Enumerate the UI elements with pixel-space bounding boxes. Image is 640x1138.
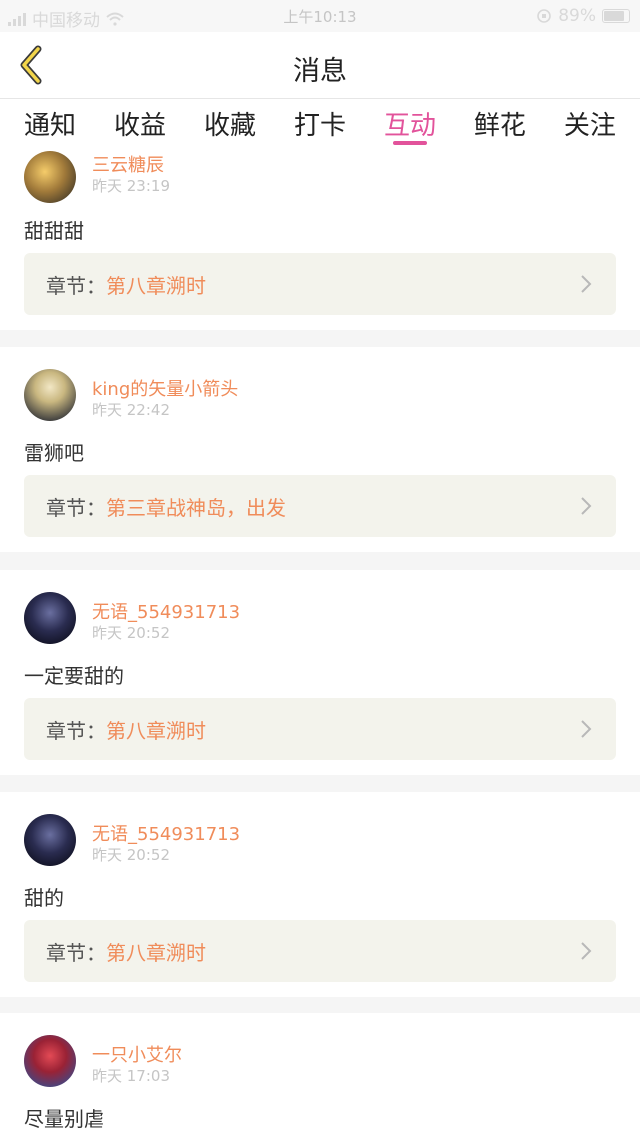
chapter-link[interactable]: 章节： 第三章战神岛，出发 [24, 475, 616, 537]
nav-header: 消息 [0, 32, 640, 99]
avatar[interactable] [24, 151, 76, 203]
username[interactable]: king的矢量小箭头 [92, 375, 238, 401]
tab-interaction[interactable]: 互动 [376, 99, 444, 149]
tab-bar: 通知 收益 收藏 打卡 互动 鲜花 关注 [0, 99, 640, 149]
chapter-link[interactable]: 章节： 第八章溯时 [24, 920, 616, 982]
chapter-label: 章节： [46, 940, 106, 965]
message-card[interactable]: king的矢量小箭头 昨天 22:42 雷狮吧 章节： 第三章战神岛，出发 [0, 347, 640, 552]
tab-label: 鲜花 [473, 111, 526, 141]
chapter-title: 第八章溯时 [106, 718, 206, 743]
tab-checkin[interactable]: 打卡 [286, 99, 354, 149]
message-card[interactable]: 三云糖辰 昨天 23:19 甜甜甜 章节： 第八章溯时 [0, 149, 640, 330]
comment-text: 尽量别虐 [24, 1107, 104, 1131]
battery-group: 89% [536, 6, 630, 26]
tab-label: 收藏 [203, 111, 256, 141]
avatar[interactable] [24, 1035, 76, 1087]
battery-icon [602, 9, 630, 23]
tab-notification[interactable]: 通知 [16, 99, 84, 149]
chapter-link[interactable]: 章节： 第八章溯时 [24, 253, 616, 315]
chapter-label: 章节： [46, 495, 106, 520]
chevron-right-icon [581, 942, 592, 960]
username[interactable]: 无语_554931713 [92, 598, 240, 624]
message-card[interactable]: 无语_554931713 昨天 20:52 甜的 章节： 第八章溯时 [0, 792, 640, 997]
username[interactable]: 无语_554931713 [92, 820, 240, 846]
comment-text: 甜的 [24, 886, 64, 910]
tab-label: 收益 [113, 111, 166, 141]
chevron-right-icon [581, 497, 592, 515]
timestamp: 昨天 17:03 [92, 1067, 170, 1085]
username[interactable]: 一只小艾尔 [92, 1041, 182, 1067]
timestamp: 昨天 23:19 [92, 177, 170, 195]
tab-label: 关注 [563, 111, 616, 141]
chapter-label: 章节： [46, 718, 106, 743]
message-feed[interactable]: 三云糖辰 昨天 23:19 甜甜甜 章节： 第八章溯时 king的矢量小箭头 昨… [0, 149, 640, 1138]
tab-label: 打卡 [293, 111, 346, 141]
tab-label: 通知 [24, 111, 77, 141]
status-bar: 中国移动 上午10:13 89% [0, 0, 640, 32]
timestamp: 昨天 20:52 [92, 624, 170, 642]
chapter-link[interactable]: 章节： 第八章溯时 [24, 698, 616, 760]
battery-percent: 89% [558, 6, 596, 26]
comment-text: 甜甜甜 [24, 219, 84, 243]
message-card[interactable]: 一只小艾尔 昨天 17:03 尽量别虐 [0, 1013, 640, 1138]
chevron-right-icon [581, 720, 592, 738]
avatar[interactable] [24, 592, 76, 644]
username[interactable]: 三云糖辰 [92, 151, 164, 177]
page-title: 消息 [293, 56, 347, 87]
tab-favorites[interactable]: 收藏 [196, 99, 264, 149]
timestamp: 昨天 20:52 [92, 846, 170, 864]
chapter-title: 第八章溯时 [106, 940, 206, 965]
tab-label: 互动 [383, 111, 436, 141]
chapter-title: 第八章溯时 [106, 273, 206, 298]
tab-flowers[interactable]: 鲜花 [466, 99, 534, 149]
chevron-right-icon [581, 275, 592, 293]
avatar[interactable] [24, 369, 76, 421]
orientation-lock-icon [537, 9, 552, 23]
chapter-title: 第三章战神岛，出发 [106, 495, 286, 520]
timestamp: 昨天 22:42 [92, 401, 170, 419]
tab-following[interactable]: 关注 [556, 99, 624, 149]
avatar[interactable] [24, 814, 76, 866]
comment-text: 一定要甜的 [24, 664, 124, 688]
tab-earnings[interactable]: 收益 [106, 99, 174, 149]
chapter-label: 章节： [46, 273, 106, 298]
active-tab-indicator [392, 141, 427, 145]
comment-text: 雷狮吧 [24, 441, 84, 465]
message-card[interactable]: 无语_554931713 昨天 20:52 一定要甜的 章节： 第八章溯时 [0, 570, 640, 775]
